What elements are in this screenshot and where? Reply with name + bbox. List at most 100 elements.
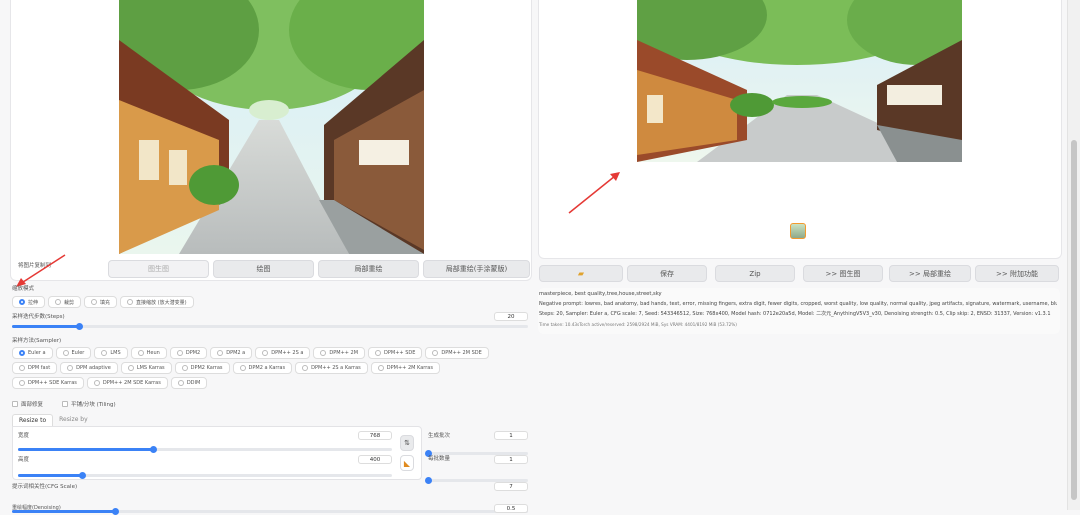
send-to-inpaint-button[interactable]: 局部重绘	[318, 260, 419, 278]
height-slider-fill	[18, 474, 82, 477]
radio-dot-icon	[19, 350, 25, 356]
width-slider-knob[interactable]	[149, 446, 157, 453]
source-image[interactable]	[119, 0, 424, 254]
resize-mode-group: 拉伸 裁剪 填充 直接缩放 (放大潜变量)	[12, 296, 194, 308]
tiling-checkbox[interactable]: 平铺/分块 (Tiling)	[62, 400, 116, 408]
output-gallery-panel	[538, 0, 1062, 259]
width-input[interactable]: 768	[358, 431, 392, 440]
radio-dot-icon	[67, 365, 74, 371]
negative-prompt-text: Negative prompt: lowres, bad anatomy, ba…	[539, 301, 1057, 307]
sampler-option[interactable]: DPM2 Karras	[174, 362, 230, 374]
open-folder-button[interactable]: ▰	[539, 265, 623, 282]
radio-dot-icon	[432, 350, 439, 356]
radio-dot-icon	[127, 299, 134, 305]
width-slider-fill	[18, 448, 153, 451]
steps-slider-fill	[12, 325, 80, 328]
radio-dot-icon	[91, 299, 98, 305]
swap-arrows-icon: ⇅	[404, 439, 410, 447]
sampler-option[interactable]: Euler a	[12, 347, 53, 359]
steps-slider[interactable]	[12, 323, 528, 330]
radio-dot-icon	[177, 380, 184, 386]
face-restore-checkbox[interactable]: 面部修复	[12, 400, 43, 408]
send-to-inpaint-sketch-button[interactable]: 局部重绘(手涂蒙版)	[423, 260, 530, 278]
send-to-img2img-right-button[interactable]: >> 图生图	[803, 265, 883, 282]
cfg-slider-knob[interactable]	[112, 508, 120, 515]
output-image[interactable]	[637, 0, 962, 162]
sampler-option[interactable]: DPM++ 2M	[313, 347, 366, 359]
sampler-option[interactable]: DPM++ 2M SDE Karras	[86, 377, 168, 389]
scrollbar-thumb[interactable]	[1071, 140, 1077, 500]
batch-count-input[interactable]: 1	[494, 431, 528, 440]
radio-dot-icon	[62, 350, 69, 356]
height-slider-knob[interactable]	[78, 472, 86, 479]
radio-dot-icon	[19, 380, 25, 386]
radio-dot-icon	[181, 365, 188, 371]
radio-dot-icon	[320, 350, 327, 356]
radio-dot-icon	[19, 365, 25, 371]
sampler-option[interactable]: DPM++ SDE	[368, 347, 423, 359]
aspect-ratio-button[interactable]: ◣	[400, 455, 414, 471]
sampler-option[interactable]: DPM2 a Karras	[232, 362, 293, 374]
resize-mode-label: 缩放模式	[12, 286, 35, 292]
radio-dot-icon	[55, 299, 62, 305]
sampler-option[interactable]: DPM++ 2M Karras	[370, 362, 440, 374]
left-image-panel	[10, 0, 532, 281]
radio-dot-icon	[217, 350, 224, 356]
steps-slider-knob[interactable]	[76, 323, 84, 330]
batch-size-input[interactable]: 1	[494, 455, 528, 464]
generation-info-panel: masterpiece, best quality,tree,house,str…	[538, 288, 1060, 334]
swap-dimensions-button[interactable]: ⇅	[400, 435, 414, 451]
send-to-extras-button[interactable]: >> 附加功能	[975, 265, 1059, 282]
resize-mode-latent[interactable]: 直接缩放 (放大潜变量)	[120, 296, 194, 308]
radio-dot-icon	[127, 365, 134, 371]
annotation-arrow-right	[568, 172, 620, 214]
sampler-option[interactable]: DPM++ 2M SDE	[425, 347, 489, 359]
sampler-option[interactable]: DPM++ 2S a Karras	[295, 362, 368, 374]
radio-dot-icon	[239, 365, 246, 371]
cfg-slider[interactable]	[12, 508, 528, 515]
sampler-option[interactable]: LMS Karras	[120, 362, 172, 374]
send-to-img2img-button[interactable]: 图生图	[108, 260, 209, 278]
resize-mode-fill[interactable]: 填充	[84, 296, 118, 308]
checkbox-box-icon	[62, 401, 68, 407]
sampler-option[interactable]: DPM2 a	[210, 347, 253, 359]
triangle-ruler-icon: ◣	[403, 458, 411, 468]
zip-button[interactable]: Zip	[715, 265, 795, 282]
sampler-option[interactable]: LMS	[94, 347, 128, 359]
image-thumbnail[interactable]	[790, 223, 806, 239]
height-input[interactable]: 400	[358, 455, 392, 464]
radio-dot-icon	[176, 350, 183, 356]
resize-mode-stretch[interactable]: 拉伸	[12, 296, 46, 308]
batch-size-label: 每批数量	[428, 456, 451, 462]
sampler-option[interactable]: DPM++ SDE Karras	[12, 377, 84, 389]
radio-dot-icon	[377, 365, 384, 371]
sampler-option[interactable]: DPM fast	[12, 362, 58, 374]
sampler-group: Euler a Euler LMS Heun DPM2 DPM2 a DPM++ 2S aD…	[12, 347, 512, 389]
height-slider[interactable]	[18, 472, 392, 479]
page-scrollbar[interactable]	[1067, 0, 1080, 510]
denoise-input[interactable]: 0.5	[494, 504, 528, 513]
steps-input[interactable]: 20	[494, 312, 528, 321]
sampler-option[interactable]: DPM adaptive	[60, 362, 118, 374]
sampler-option[interactable]: DDIM	[170, 377, 208, 389]
time-taken-text: Time taken: 10.43sTorch active/reserved:…	[539, 322, 737, 327]
radio-dot-icon	[101, 350, 108, 356]
radio-dot-icon	[262, 350, 269, 356]
sampler-option[interactable]: Heun	[130, 347, 167, 359]
sampler-option[interactable]: DPM++ 2S a	[255, 347, 311, 359]
batch-count-label: 生成批次	[428, 433, 451, 439]
radio-dot-icon	[302, 365, 309, 371]
cfg-input[interactable]: 7	[494, 482, 528, 491]
batch-size-slider-knob[interactable]	[425, 477, 432, 484]
sampler-option[interactable]: Euler	[55, 347, 92, 359]
send-to-inpaint-right-button[interactable]: >> 局部重绘	[889, 265, 971, 282]
folder-icon: ▰	[577, 269, 585, 278]
resize-mode-crop[interactable]: 裁剪	[48, 296, 82, 308]
width-slider[interactable]	[18, 446, 392, 453]
send-to-sketch-button[interactable]: 绘图	[213, 260, 314, 278]
save-button[interactable]: 保存	[627, 265, 707, 282]
radio-dot-icon	[19, 299, 25, 305]
generation-params-text: Steps: 20, Sampler: Euler a, CFG scale: …	[539, 311, 1051, 317]
sampler-option[interactable]: DPM2	[169, 347, 208, 359]
height-label: 高度	[18, 457, 30, 463]
